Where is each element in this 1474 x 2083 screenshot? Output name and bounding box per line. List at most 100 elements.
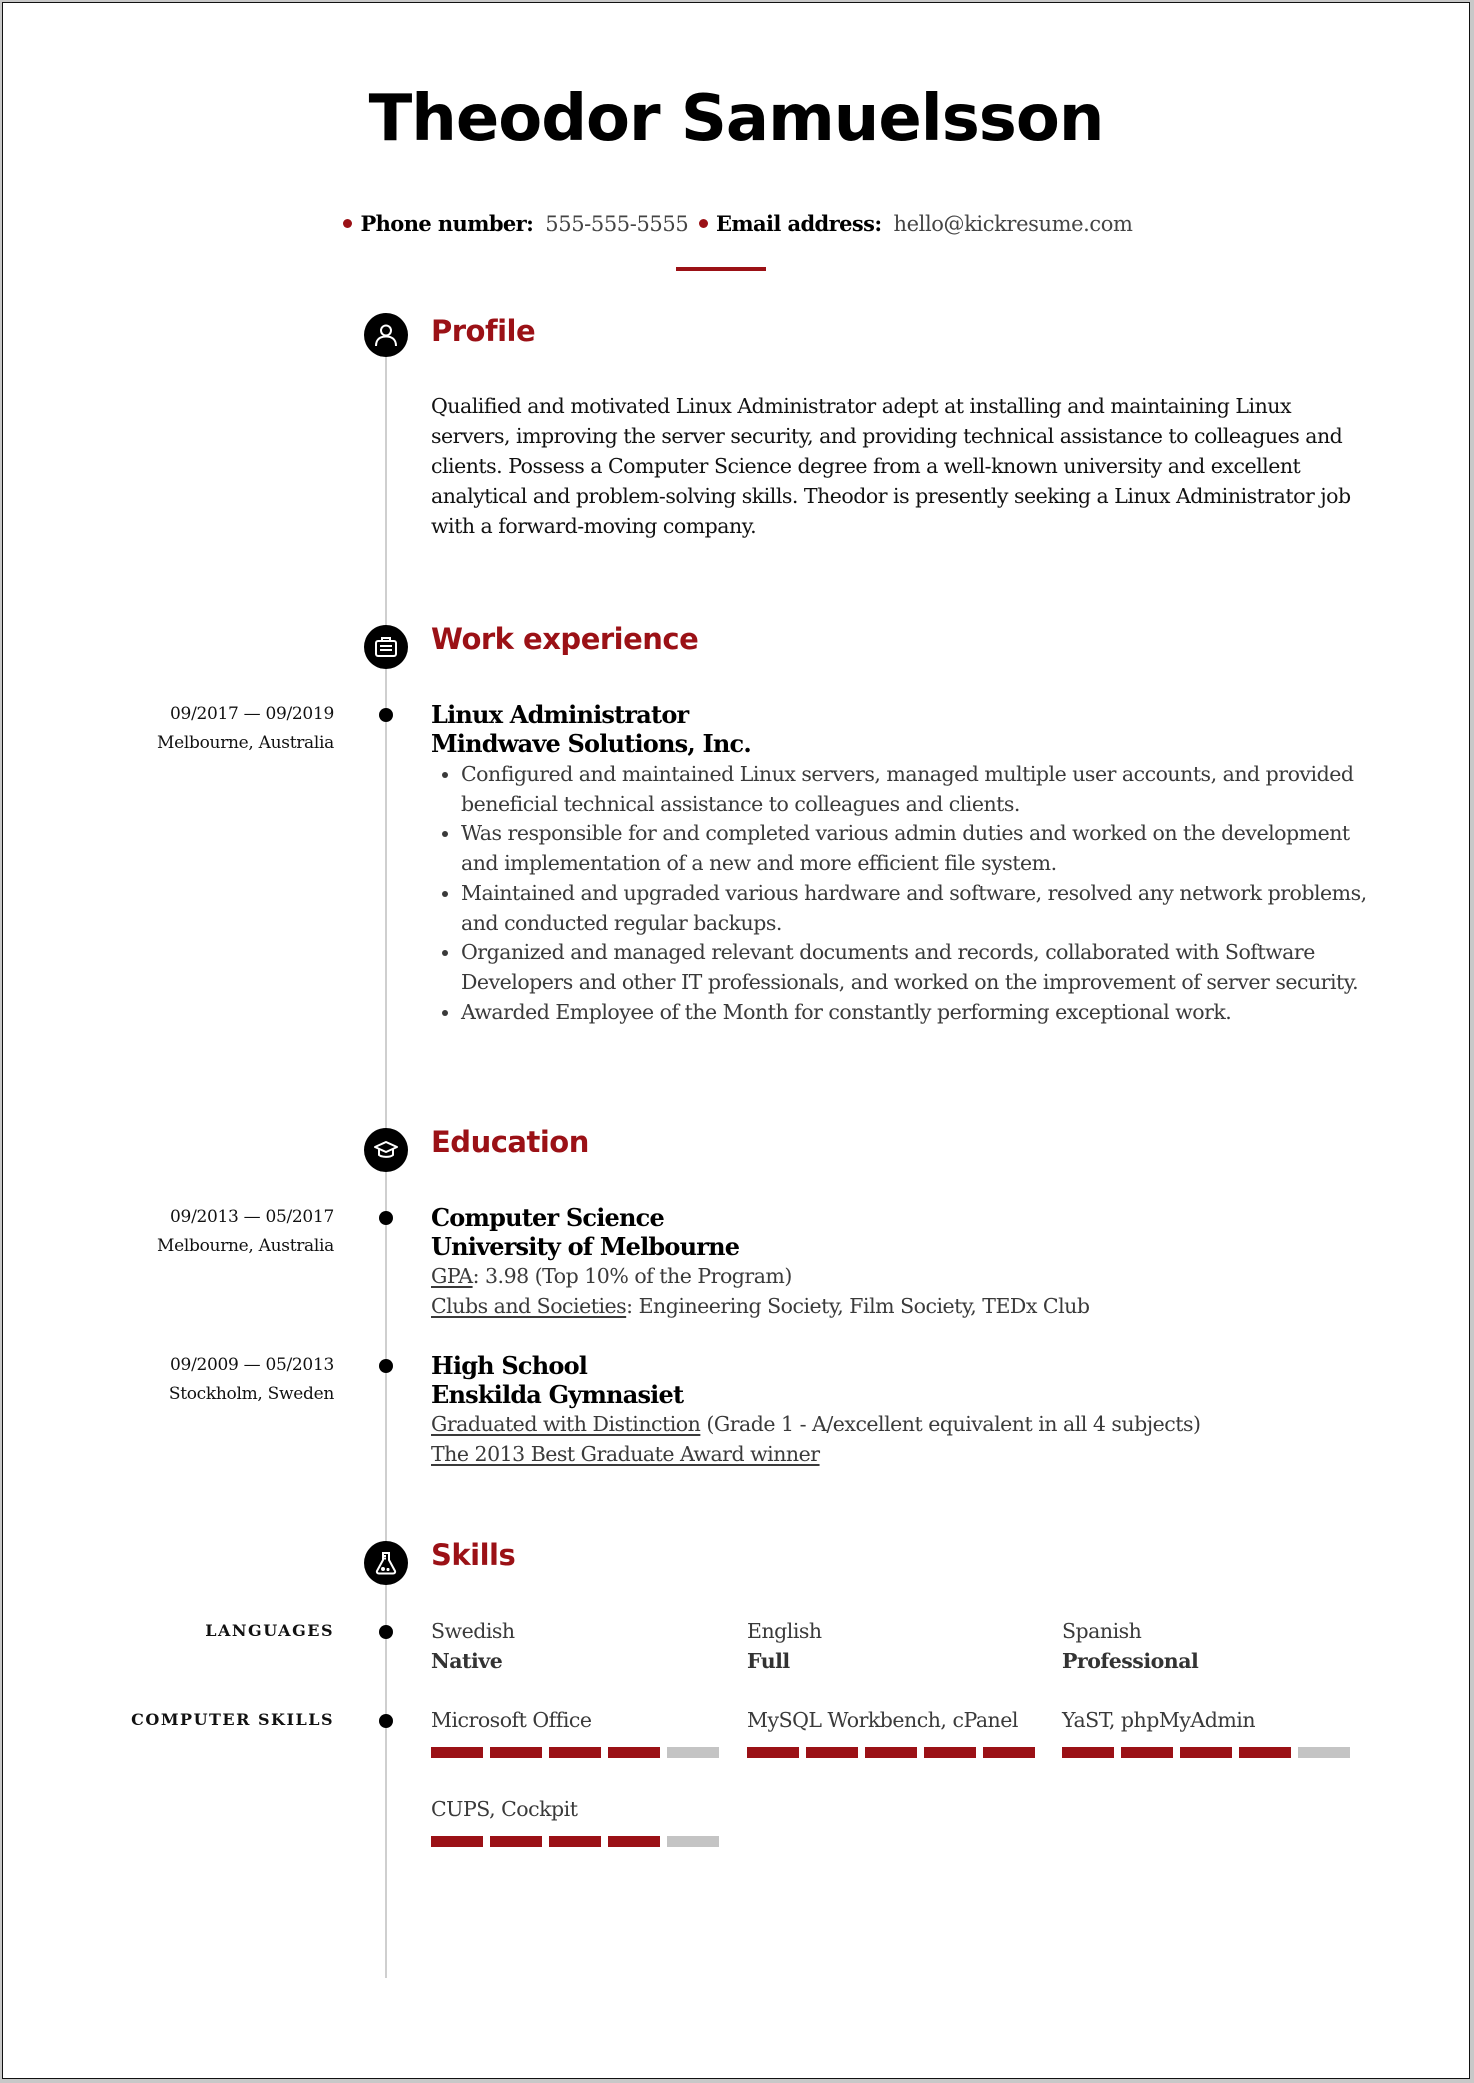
email-label: Email address: xyxy=(715,211,882,236)
rating-segment-filled xyxy=(924,1747,976,1758)
timeline-dot xyxy=(379,1211,393,1225)
computer-skill-item: YaST, phpMyAdmin xyxy=(1062,1705,1350,1758)
work-entry-meta: 09/2017 — 09/2019 Melbourne, Australia xyxy=(157,700,334,758)
education-detail: Graduated with Distinction (Grade 1 - A/… xyxy=(431,1409,1371,1439)
education-entry: High School Enskilda Gymnasiet Graduated… xyxy=(431,1351,1371,1469)
rating-segment-filled xyxy=(431,1747,483,1758)
phone-label: Phone number: xyxy=(360,211,534,236)
job-title: Linux Administrator xyxy=(431,700,689,729)
language-name: Spanish xyxy=(1062,1619,1142,1643)
job-bullet: Was responsible for and completed variou… xyxy=(461,819,1371,878)
section-title-skills: Skills xyxy=(431,1538,516,1572)
education-dates: 09/2013 — 05/2017 xyxy=(170,1207,334,1227)
bullet-dot-icon xyxy=(698,219,708,228)
education-detail-text: : 3.98 (Top 10% of the Program) xyxy=(472,1264,793,1288)
work-dates: 09/2017 — 09/2019 xyxy=(170,704,334,724)
job-bullet: Maintained and upgraded various hardware… xyxy=(461,879,1371,938)
rating-segment-filled xyxy=(490,1836,542,1847)
work-entry: Linux Administrator Mindwave Solutions, … xyxy=(431,700,1371,1027)
rating-segment-filled xyxy=(549,1747,601,1758)
education-dates: 09/2009 — 05/2013 xyxy=(170,1355,334,1375)
computer-skill-name: CUPS, Cockpit xyxy=(431,1797,578,1821)
resume-page: Theodor Samuelsson Phone number: 555-555-… xyxy=(2,2,1470,2079)
computer-skill-name: Microsoft Office xyxy=(431,1708,592,1732)
email-value[interactable]: hello@kickresume.com xyxy=(893,212,1132,236)
rating-segment-filled xyxy=(549,1836,601,1847)
skill-rating-bar xyxy=(431,1836,719,1847)
company-name: Mindwave Solutions, Inc. xyxy=(431,729,752,758)
language-item: Swedish Native xyxy=(431,1616,515,1676)
rating-segment-filled xyxy=(608,1836,660,1847)
rating-segment-empty xyxy=(1298,1747,1350,1758)
timeline-dot xyxy=(379,708,393,722)
job-bullet: Organized and managed relevant documents… xyxy=(461,938,1371,997)
timeline-dot xyxy=(379,1359,393,1373)
computer-skill-item: MySQL Workbench, cPanel xyxy=(747,1705,1035,1758)
graduation-cap-icon xyxy=(364,1128,408,1172)
job-bullet: Configured and maintained Linux servers,… xyxy=(461,760,1371,819)
education-detail-text: : Engineering Society, Film Society, TED… xyxy=(626,1294,1090,1318)
candidate-name: Theodor Samuelsson xyxy=(368,82,1105,156)
timeline-dot xyxy=(379,1714,393,1728)
education-detail-label: Graduated with Distinction xyxy=(431,1412,701,1436)
school-name: Enskilda Gymnasiet xyxy=(431,1380,684,1409)
flask-icon xyxy=(364,1541,408,1585)
degree-name: Computer Science xyxy=(431,1203,665,1232)
rating-segment-filled xyxy=(806,1747,858,1758)
education-detail: Clubs and Societies: Engineering Society… xyxy=(431,1291,1371,1321)
skill-rating-bar xyxy=(747,1747,1035,1758)
language-name: English xyxy=(747,1619,822,1643)
education-entry: Computer Science University of Melbourne… xyxy=(431,1203,1371,1321)
language-item: Spanish Professional xyxy=(1062,1616,1199,1676)
language-level: Native xyxy=(431,1649,503,1673)
section-title-profile: Profile xyxy=(431,314,536,348)
rating-segment-filled xyxy=(431,1836,483,1847)
rating-segment-filled xyxy=(983,1747,1035,1758)
degree-name: High School xyxy=(431,1351,588,1380)
rating-segment-filled xyxy=(747,1747,799,1758)
language-level: Full xyxy=(747,1649,790,1673)
section-title-work: Work experience xyxy=(431,622,699,656)
contact-line: Phone number: 555-555-5555 Email address:… xyxy=(3,211,1469,236)
education-entry-meta: 09/2009 — 05/2013 Stockholm, Sweden xyxy=(169,1351,334,1409)
computer-skill-item: Microsoft Office xyxy=(431,1705,719,1758)
language-name: Swedish xyxy=(431,1619,515,1643)
education-detail-label: Clubs and Societies xyxy=(431,1294,627,1318)
education-entry-meta: 09/2013 — 05/2017 Melbourne, Australia xyxy=(157,1203,334,1261)
education-detail-label: The 2013 Best Graduate Award winner xyxy=(431,1442,820,1466)
work-location: Melbourne, Australia xyxy=(157,733,334,753)
education-detail: The 2013 Best Graduate Award winner xyxy=(431,1439,1371,1469)
language-item: English Full xyxy=(747,1616,822,1676)
bullet-dot-icon xyxy=(343,219,353,228)
school-name: University of Melbourne xyxy=(431,1232,740,1261)
rating-segment-empty xyxy=(667,1747,719,1758)
rating-segment-filled xyxy=(1239,1747,1291,1758)
education-location: Stockholm, Sweden xyxy=(168,1384,334,1404)
education-detail-text: (Grade 1 - A/excellent equivalent in all… xyxy=(700,1412,1201,1436)
education-detail-label: GPA xyxy=(431,1264,473,1288)
rating-segment-filled xyxy=(1180,1747,1232,1758)
profile-summary: Qualified and motivated Linux Administra… xyxy=(431,394,1351,538)
computer-skill-name: MySQL Workbench, cPanel xyxy=(747,1708,1018,1732)
computer-skill-name: YaST, phpMyAdmin xyxy=(1062,1708,1256,1732)
section-title-education: Education xyxy=(431,1125,589,1159)
education-location: Melbourne, Australia xyxy=(157,1236,334,1256)
skill-rating-bar xyxy=(1062,1747,1350,1758)
computer-skills-label: COMPUTER SKILLS xyxy=(131,1710,334,1729)
job-bullets: Configured and maintained Linux servers,… xyxy=(431,760,1371,1027)
person-icon xyxy=(364,313,408,357)
languages-label: LANGUAGES xyxy=(205,1621,334,1640)
rating-segment-filled xyxy=(490,1747,542,1758)
rating-segment-filled xyxy=(865,1747,917,1758)
briefcase-icon xyxy=(364,625,408,669)
timeline-dot xyxy=(379,1625,393,1639)
computer-skill-item: CUPS, Cockpit xyxy=(431,1794,719,1847)
rating-segment-filled xyxy=(608,1747,660,1758)
header-divider xyxy=(676,267,766,271)
phone-value: 555-555-5555 xyxy=(545,212,689,236)
job-bullet: Awarded Employee of the Month for consta… xyxy=(461,998,1371,1028)
education-detail: GPA: 3.98 (Top 10% of the Program) xyxy=(431,1261,1371,1291)
rating-segment-filled xyxy=(1121,1747,1173,1758)
language-level: Professional xyxy=(1062,1649,1199,1673)
rating-segment-filled xyxy=(1062,1747,1114,1758)
